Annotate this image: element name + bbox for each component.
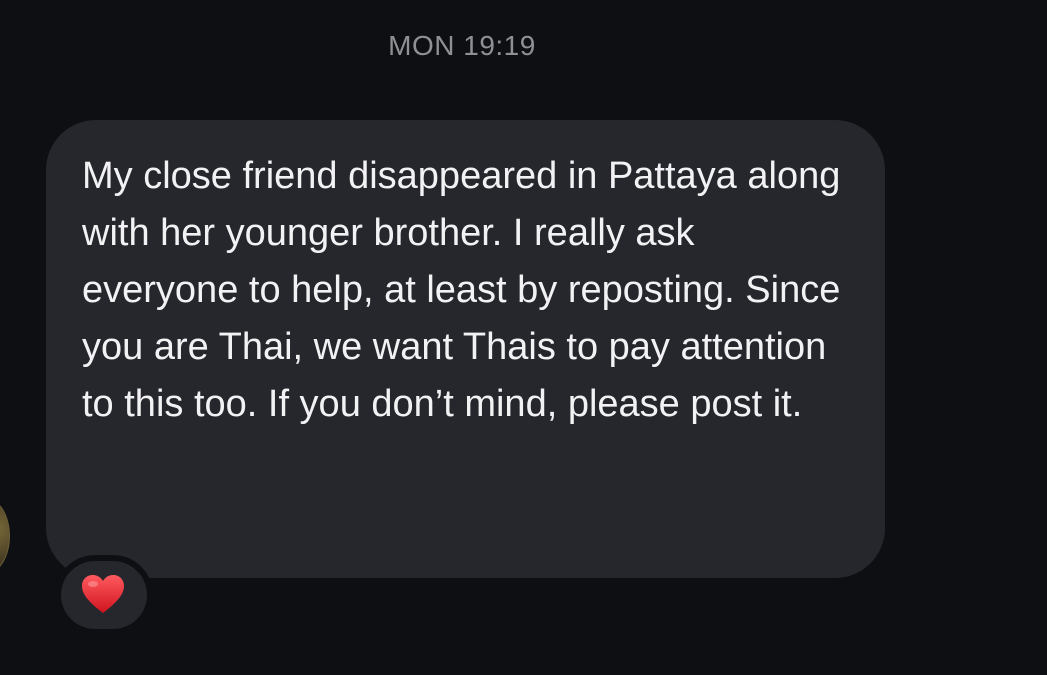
sender-avatar[interactable] [0, 498, 10, 574]
message-timestamp: MON 19:19 [388, 30, 536, 61]
red-heart-icon [82, 575, 124, 613]
message-text: My close friend disappeared in Pattaya a… [82, 155, 841, 425]
chat-screen: MON 19:19 My close friend disappeared in… [0, 0, 1047, 675]
